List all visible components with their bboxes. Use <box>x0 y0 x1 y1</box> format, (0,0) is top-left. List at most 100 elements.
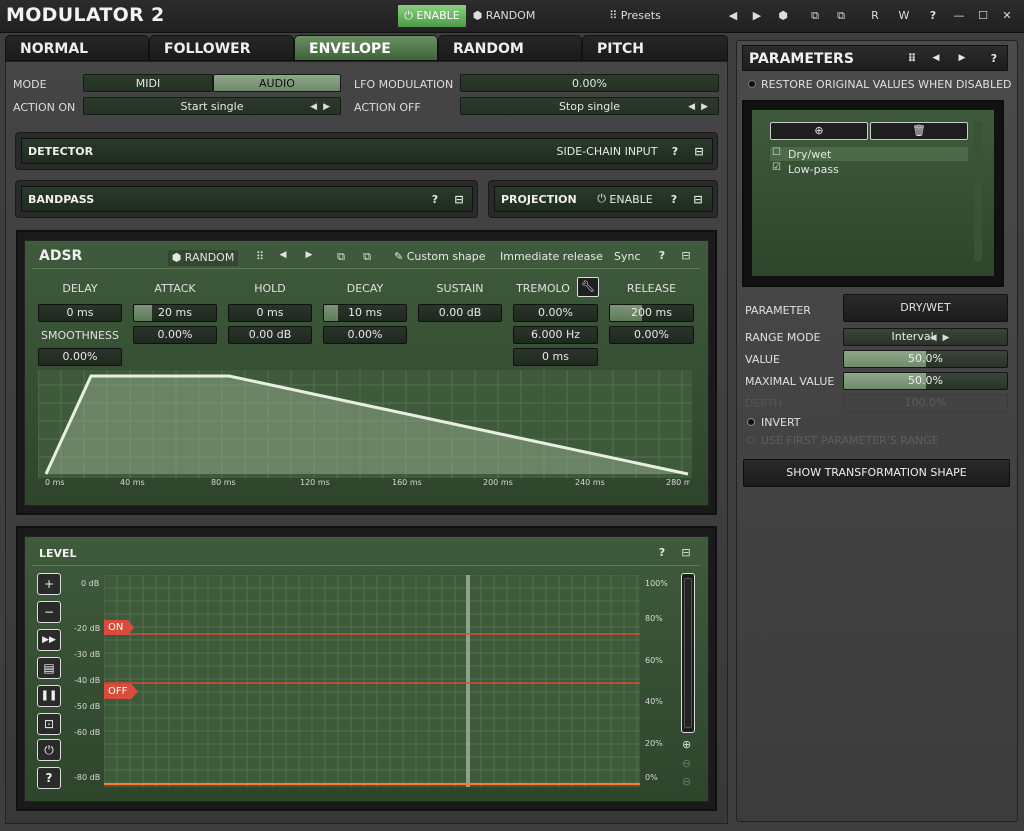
attack-curve-knob[interactable]: 0.00% <box>133 326 217 344</box>
parameter-select[interactable]: DRY/WET <box>843 294 1008 322</box>
checkbox-checked-icon[interactable]: ☑ <box>772 162 781 173</box>
custom-shape-button[interactable]: ✎ Custom shape <box>394 250 488 263</box>
action-off-select[interactable]: Stop single ◀▶ <box>460 97 719 115</box>
tab-normal[interactable]: NORMAL <box>5 35 149 61</box>
next-preset-button[interactable]: ▶ <box>748 5 766 27</box>
presets-button[interactable]: ⠿ Presets <box>600 5 670 27</box>
detector-help-button[interactable]: ? <box>666 139 684 163</box>
adsr-paste-button[interactable]: ⧉ <box>360 250 374 264</box>
adsr-random-button[interactable]: ⬢ RANDOM <box>168 250 238 266</box>
tremolo-delay-knob[interactable]: 0 ms <box>513 348 598 366</box>
on-marker[interactable]: ON <box>104 620 134 635</box>
checkbox-icon[interactable]: ☐ <box>772 147 781 158</box>
delete-parameter-button[interactable]: 🗑︎ <box>870 122 968 140</box>
parameters-prev-button[interactable]: ◀ <box>927 46 945 70</box>
projection-header[interactable]: PROJECTION ⏻ ENABLE ? ⊟ <box>494 186 713 212</box>
off-marker[interactable]: OFF <box>104 684 138 699</box>
sidechain-input-button[interactable]: SIDE-CHAIN INPUT <box>552 139 662 163</box>
level-graph[interactable] <box>104 575 640 787</box>
level-help-side-button[interactable]: ? <box>37 767 61 789</box>
help-button[interactable]: ? <box>924 5 942 27</box>
parameters-presets-button[interactable]: ⠿ <box>903 46 921 70</box>
lfo-modulation-slider[interactable]: 0.00% <box>460 74 719 92</box>
show-transformation-shape-button[interactable]: SHOW TRANSFORMATION SHAPE <box>743 459 1010 487</box>
parameters-next-button[interactable]: ▶ <box>953 46 971 70</box>
parameter-list-item[interactable]: ☐ Dry/wet <box>770 147 968 161</box>
clear-button[interactable]: ▤ <box>37 657 61 679</box>
immediate-release-button[interactable]: Immediate release <box>500 250 604 263</box>
bandpass-header[interactable]: BANDPASS ? ⊟ <box>21 186 473 212</box>
parameter-list-label: Dry/wet <box>788 148 832 161</box>
zoom-out-button[interactable]: − <box>37 601 61 623</box>
adsr-copy-button[interactable]: ⧉ <box>334 250 348 264</box>
hold-level-knob[interactable]: 0.00 dB <box>228 326 312 344</box>
projection-enable-button[interactable]: ⏻ ENABLE <box>593 187 657 211</box>
add-parameter-button[interactable]: ⊕ <box>770 122 868 140</box>
parameters-help-button[interactable]: ? <box>985 46 1003 70</box>
random-preset-button[interactable]: ⬢ <box>774 5 792 27</box>
random-button[interactable]: ⬢ RANDOM <box>468 5 540 27</box>
adsr-prev-button[interactable]: ◀ <box>276 250 290 260</box>
tab-pitch[interactable]: PITCH <box>582 35 728 61</box>
power-button[interactable]: ⏻ <box>37 739 61 761</box>
tremolo-rate-knob[interactable]: 6.000 Hz <box>513 326 598 344</box>
close-button[interactable]: ✕ <box>998 5 1016 27</box>
level-scrollbar[interactable] <box>681 573 695 733</box>
maximal-value-slider[interactable]: 50.0% <box>843 372 1008 390</box>
adsr-help-button[interactable]: ? <box>655 249 669 262</box>
tab-follower[interactable]: FOLLOWER <box>149 35 294 61</box>
maximize-button[interactable]: ☐ <box>974 5 992 27</box>
detector-header[interactable]: DETECTOR SIDE-CHAIN INPUT ? ⊟ <box>21 138 713 164</box>
tab-envelope[interactable]: ENVELOPE <box>294 35 438 61</box>
use-first-radio <box>747 436 755 444</box>
envelope-graph[interactable] <box>38 370 692 478</box>
r-button[interactable]: R <box>866 5 884 27</box>
zoom-in-button[interactable]: + <box>37 573 61 595</box>
decay-curve-knob[interactable]: 0.00% <box>323 326 407 344</box>
range-mode-select[interactable]: Interval◀▶ <box>843 328 1008 346</box>
sustain-knob[interactable]: 0.00 dB <box>418 304 502 322</box>
release-curve-knob[interactable]: 0.00% <box>609 326 694 344</box>
range-mode-label: RANGE MODE <box>745 331 821 344</box>
bandpass-help-button[interactable]: ? <box>426 187 444 211</box>
adsr-next-button[interactable]: ▶ <box>302 250 316 260</box>
speed-button[interactable]: ▶▶ <box>37 629 61 651</box>
invert-radio[interactable] <box>747 418 755 426</box>
decay-knob[interactable]: 10 ms <box>323 304 407 322</box>
enable-button[interactable]: ⏻ ENABLE <box>398 5 466 27</box>
tab-random[interactable]: RANDOM <box>438 35 582 61</box>
release-knob[interactable]: 200 ms <box>609 304 694 322</box>
detector-expand-button[interactable]: ⊟ <box>690 139 708 163</box>
smoothness-knob[interactable]: 0.00% <box>38 348 122 366</box>
mode-audio-button[interactable]: AUDIO <box>213 74 341 92</box>
action-on-select[interactable]: Start single ◀▶ <box>83 97 341 115</box>
restore-radio[interactable] <box>748 80 756 88</box>
projection-help-button[interactable]: ? <box>665 187 683 211</box>
projection-expand-button[interactable]: ⊟ <box>689 187 707 211</box>
adsr-expand-button[interactable]: ⊟ <box>679 249 693 262</box>
tremolo-depth-knob[interactable]: 0.00% <box>513 304 598 322</box>
tremolo-settings-button[interactable]: 🔧︎ <box>577 277 599 297</box>
prev-preset-button[interactable]: ◀ <box>724 5 742 27</box>
zoom-icon[interactable]: ⊕ <box>682 738 691 751</box>
level-expand-button[interactable]: ⊟ <box>679 546 693 559</box>
delay-knob[interactable]: 0 ms <box>38 304 122 322</box>
attack-knob[interactable]: 20 ms <box>133 304 217 322</box>
minimize-button[interactable]: — <box>950 5 968 27</box>
parameter-list-scrollbar[interactable] <box>974 122 982 262</box>
hold-knob[interactable]: 0 ms <box>228 304 312 322</box>
value-slider[interactable]: 50.0% <box>843 350 1008 368</box>
pause-button[interactable]: ❚❚ <box>37 685 61 707</box>
mode-midi-button[interactable]: MIDI <box>83 74 213 92</box>
adsr-presets-button[interactable]: ⠿ <box>252 250 268 263</box>
unlock-button[interactable]: ⊡ <box>37 713 61 735</box>
scroll-thumb[interactable] <box>684 578 692 728</box>
bandpass-expand-button[interactable]: ⊟ <box>450 187 468 211</box>
w-button[interactable]: W <box>895 5 913 27</box>
copy-button[interactable]: ⧉ <box>806 5 824 27</box>
arrow-right-icon: ▶ <box>958 53 966 63</box>
level-help-button[interactable]: ? <box>655 546 669 559</box>
paste-button[interactable]: ⧉ <box>832 5 850 27</box>
sync-button[interactable]: Sync <box>614 250 646 263</box>
parameter-list-item[interactable]: ☑ Low-pass <box>770 162 968 176</box>
